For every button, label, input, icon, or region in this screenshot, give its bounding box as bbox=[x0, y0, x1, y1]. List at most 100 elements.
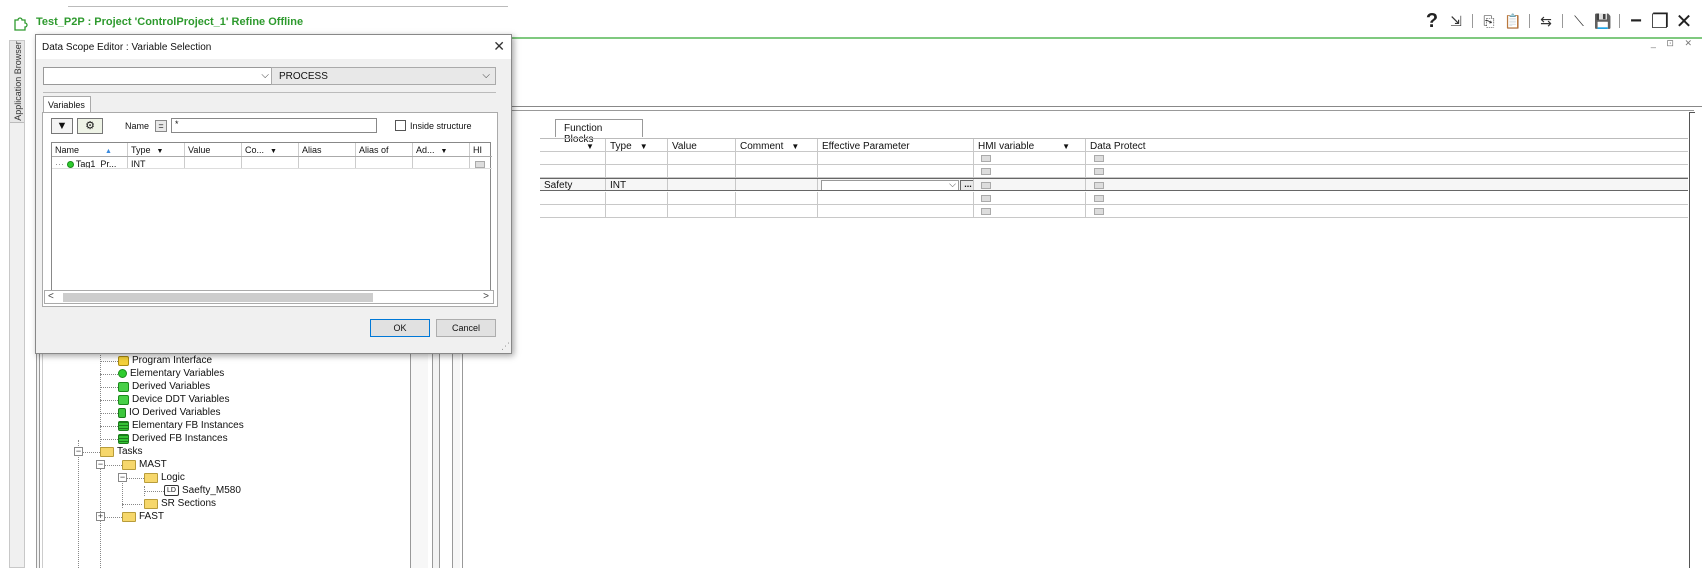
cell-value[interactable] bbox=[668, 165, 736, 177]
mdi-window-controls[interactable]: _ ⊡ ✕ bbox=[1651, 38, 1696, 49]
cell-value[interactable] bbox=[668, 179, 736, 190]
help-icon[interactable]: ? bbox=[1422, 10, 1442, 32]
tree-item-sr-sections[interactable]: SR Sections bbox=[144, 498, 216, 509]
cell-alias-of[interactable] bbox=[356, 157, 413, 168]
cell-type[interactable] bbox=[606, 205, 668, 217]
cell-type[interactable] bbox=[606, 192, 668, 204]
cell-type[interactable]: INT bbox=[128, 157, 185, 168]
cell-alias[interactable] bbox=[299, 157, 356, 168]
cell-hmi[interactable] bbox=[470, 157, 492, 168]
cell-effective-parameter[interactable] bbox=[818, 205, 974, 217]
cell-data-protect[interactable] bbox=[1086, 165, 1688, 177]
cell-data-protect[interactable] bbox=[1086, 192, 1688, 204]
cell-comment[interactable] bbox=[736, 165, 818, 177]
cell-effective-parameter[interactable] bbox=[818, 165, 974, 177]
scrollbar-thumb[interactable] bbox=[63, 293, 373, 302]
application-browser-tab[interactable]: Application Browser bbox=[10, 41, 24, 123]
cell-name[interactable] bbox=[540, 192, 606, 204]
cell-name[interactable] bbox=[540, 152, 606, 164]
tab-variables[interactable]: Variables bbox=[43, 96, 91, 113]
copy-icon[interactable]: ⎘ bbox=[1479, 10, 1499, 32]
paste-icon[interactable]: 📋 bbox=[1503, 10, 1523, 32]
tree-item-derived-variables[interactable]: Derived Variables bbox=[118, 381, 210, 392]
cell-name[interactable] bbox=[540, 205, 606, 217]
tree-expand-toggle[interactable]: + bbox=[96, 512, 105, 521]
cell-address[interactable] bbox=[413, 157, 470, 168]
column-header-type[interactable]: Type ▼ bbox=[128, 143, 185, 156]
column-header-alias[interactable]: Alias bbox=[299, 143, 356, 156]
column-header-data-protect[interactable]: Data Protect bbox=[1086, 139, 1688, 151]
column-header-alias-of[interactable]: Alias of bbox=[356, 143, 413, 156]
data-protect-checkbox[interactable] bbox=[1094, 155, 1104, 162]
tree-item-tasks[interactable]: Tasks bbox=[100, 446, 143, 457]
cell-name[interactable] bbox=[540, 165, 606, 177]
scroll-right-icon[interactable]: > bbox=[483, 291, 489, 302]
save-icon[interactable]: 💾 bbox=[1593, 10, 1613, 32]
cell-effective-parameter[interactable] bbox=[818, 192, 974, 204]
cell-hmi-variable[interactable] bbox=[974, 152, 1086, 164]
table-row[interactable] bbox=[540, 205, 1688, 218]
tree-item-mast[interactable]: MAST bbox=[122, 459, 167, 470]
tree-item-elementary-fb-instances[interactable]: Elementary FB Instances bbox=[118, 420, 244, 431]
cell-name[interactable]: ··· Tag1_Pr... bbox=[52, 157, 128, 168]
cell-comment[interactable] bbox=[736, 192, 818, 204]
column-header-hmi-variable[interactable]: HMI variable ▼ bbox=[974, 139, 1086, 151]
cell-data-protect[interactable] bbox=[1086, 152, 1688, 164]
tree-item-elementary-variables[interactable]: Elementary Variables bbox=[118, 368, 224, 379]
cell-value[interactable] bbox=[668, 205, 736, 217]
horizontal-scrollbar[interactable]: < > bbox=[44, 290, 494, 304]
tree-item-derived-fb-instances[interactable]: Derived FB Instances bbox=[118, 433, 228, 444]
chevron-down-icon[interactable]: ⌵ bbox=[482, 70, 490, 81]
close-icon[interactable]: ✕ bbox=[1674, 10, 1694, 33]
hmi-checkbox[interactable] bbox=[981, 182, 991, 189]
column-header-value[interactable]: Value bbox=[185, 143, 242, 156]
data-protect-checkbox[interactable] bbox=[1094, 168, 1104, 175]
tree-item-logic[interactable]: Logic bbox=[144, 472, 185, 483]
cell-name[interactable]: Safety bbox=[540, 179, 606, 190]
cancel-button[interactable]: Cancel bbox=[436, 319, 496, 337]
cell-effective-parameter[interactable] bbox=[818, 152, 974, 164]
inside-structure-checkbox[interactable] bbox=[395, 120, 406, 131]
browse-button[interactable]: ... bbox=[960, 180, 973, 190]
cell-hmi-variable[interactable] bbox=[974, 192, 1086, 204]
list-item[interactable]: ··· Tag1_Pr... INT bbox=[52, 157, 492, 169]
puzzle-icon[interactable] bbox=[12, 14, 30, 32]
equals-toggle[interactable]: = bbox=[155, 120, 167, 132]
cell-value[interactable] bbox=[668, 192, 736, 204]
disconnect-icon[interactable]: ⟍ bbox=[1569, 10, 1589, 32]
connect-icon[interactable]: ⇆ bbox=[1536, 10, 1556, 32]
cell-hmi-variable[interactable] bbox=[974, 165, 1086, 177]
tree-item-saefty-m580[interactable]: LD Saefty_M580 bbox=[164, 485, 241, 496]
table-row-selected[interactable]: Safety INT ⌵ ... bbox=[540, 178, 1688, 191]
tree-collapse-toggle[interactable]: − bbox=[118, 473, 127, 482]
scroll-left-icon[interactable]: < bbox=[48, 291, 54, 302]
tab-function-blocks[interactable]: Function Blocks bbox=[555, 119, 643, 145]
table-row[interactable] bbox=[540, 165, 1688, 178]
minimize-icon[interactable]: − bbox=[1626, 10, 1646, 32]
data-protect-checkbox[interactable] bbox=[1094, 208, 1104, 215]
filter-settings-icon[interactable]: ⚙ bbox=[77, 118, 103, 134]
tree-collapse-toggle[interactable]: − bbox=[74, 447, 83, 456]
cell-comment[interactable] bbox=[242, 157, 299, 168]
filter-icon[interactable]: ▼ bbox=[51, 118, 73, 134]
scope-combo[interactable]: ⌵ bbox=[43, 67, 274, 85]
column-header-comment[interactable]: Comment ▼ bbox=[736, 139, 818, 151]
column-header-name[interactable]: ▼ bbox=[540, 139, 606, 151]
table-row[interactable] bbox=[540, 192, 1688, 205]
tree-item-program-interface[interactable]: Program Interface bbox=[118, 355, 212, 366]
hmi-checkbox[interactable] bbox=[981, 155, 991, 162]
dialog-title-bar[interactable]: Data Scope Editor : Variable Selection ✕ bbox=[36, 35, 511, 59]
column-header-value[interactable]: Value bbox=[668, 139, 736, 151]
tree-item-fast[interactable]: FAST bbox=[122, 511, 164, 522]
cell-type[interactable] bbox=[606, 152, 668, 164]
column-header-address[interactable]: Ad... ▼ bbox=[413, 143, 470, 156]
column-header-comment[interactable]: Co... ▼ bbox=[242, 143, 299, 156]
tree-item-io-derived-variables[interactable]: IO Derived Variables bbox=[118, 407, 221, 418]
cell-type[interactable] bbox=[606, 165, 668, 177]
hmi-checkbox[interactable] bbox=[475, 161, 485, 168]
cell-value[interactable] bbox=[185, 157, 242, 168]
cell-comment[interactable] bbox=[736, 152, 818, 164]
ok-button[interactable]: OK bbox=[370, 319, 430, 337]
data-protect-checkbox[interactable] bbox=[1094, 182, 1104, 189]
tree-item-device-ddt-variables[interactable]: Device DDT Variables bbox=[118, 394, 229, 405]
